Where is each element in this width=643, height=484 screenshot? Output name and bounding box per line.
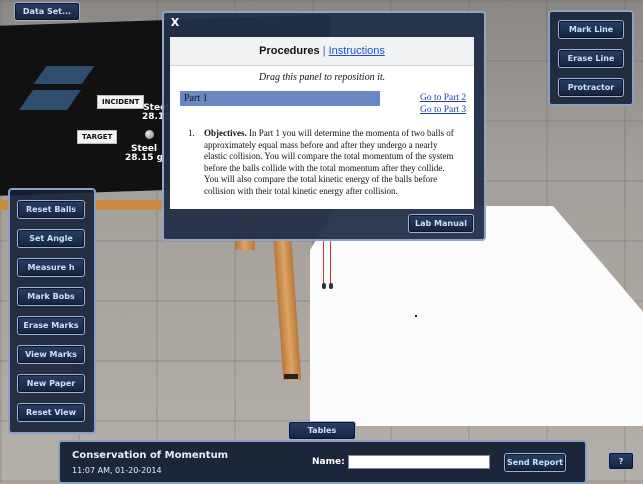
procedures-dialog[interactable]: X Procedures | Instructions Drag this pa… (162, 11, 486, 241)
right-tool-panel: Mark Line Erase Line Protractor (548, 10, 634, 106)
pendulum-bob (329, 283, 333, 289)
send-report-button[interactable]: Send Report (504, 453, 566, 472)
view-marks-button[interactable]: View Marks (17, 345, 85, 364)
close-icon[interactable]: X (168, 16, 182, 30)
measure-h-button[interactable]: Measure h (17, 258, 85, 277)
protractor-button[interactable]: Protractor (558, 78, 624, 97)
objectives-item: 1. Objectives. In Part 1 you will determ… (188, 128, 458, 197)
reset-view-button[interactable]: Reset View (17, 403, 85, 422)
go-to-part-2-link[interactable]: Go to Part 2 (420, 93, 466, 103)
erase-line-button[interactable]: Erase Line (558, 49, 624, 68)
go-to-part-3-link[interactable]: Go to Part 3 (420, 105, 466, 115)
tab-procedures[interactable]: Procedures (259, 45, 320, 57)
impact-mark (415, 315, 417, 317)
lab-title: Conservation of Momentum (72, 450, 229, 461)
procedures-content: Procedures | Instructions Drag this pane… (170, 37, 474, 209)
set-angle-button[interactable]: Set Angle (17, 229, 85, 248)
header-separator: | (322, 45, 326, 57)
pendulum-bob (322, 283, 326, 289)
target-label: TARGET (77, 130, 118, 144)
pendulum-string (330, 236, 331, 286)
tables-button[interactable]: Tables (288, 421, 356, 440)
drag-note: Drag this panel to reposition it. (258, 72, 386, 83)
dialog-header: Procedures | Instructions (170, 37, 474, 66)
status-bar: Conservation of Momentum 11:07 AM, 01-20… (58, 440, 587, 484)
table-leg-cap (284, 374, 298, 379)
part-title: Part 1 (180, 91, 380, 106)
new-paper-button[interactable]: New Paper (17, 374, 85, 393)
help-button[interactable]: ? (608, 452, 634, 470)
target-ball-mass: Steel 28.15 g (125, 145, 163, 163)
tab-instructions[interactable]: Instructions (329, 45, 385, 57)
name-field[interactable] (348, 455, 490, 469)
incident-label: INCIDENT (97, 95, 145, 109)
mark-bobs-button[interactable]: Mark Bobs (17, 287, 85, 306)
objective-text: In Part 1 you will determine the momenta… (204, 128, 454, 196)
objective-heading: Objectives. (204, 128, 247, 138)
target-mass-value: 28.15 g (125, 153, 164, 163)
left-tool-panel: Reset Balls Set Angle Measure h Mark Bob… (8, 188, 96, 434)
data-set-button[interactable]: Data Set... (14, 2, 80, 21)
incident-ball[interactable] (145, 130, 154, 139)
reset-balls-button[interactable]: Reset Balls (17, 200, 85, 219)
lab-manual-button[interactable]: Lab Manual (408, 214, 474, 233)
timestamp: 11:07 AM, 01-20-2014 (72, 466, 162, 475)
mark-line-button[interactable]: Mark Line (558, 20, 624, 39)
name-label: Name: (312, 457, 345, 467)
objective-number: 1. (188, 128, 195, 138)
erase-marks-button[interactable]: Erase Marks (17, 316, 85, 335)
objective-body: Objectives. In Part 1 you will determine… (204, 128, 458, 197)
pendulum-string (323, 236, 324, 286)
